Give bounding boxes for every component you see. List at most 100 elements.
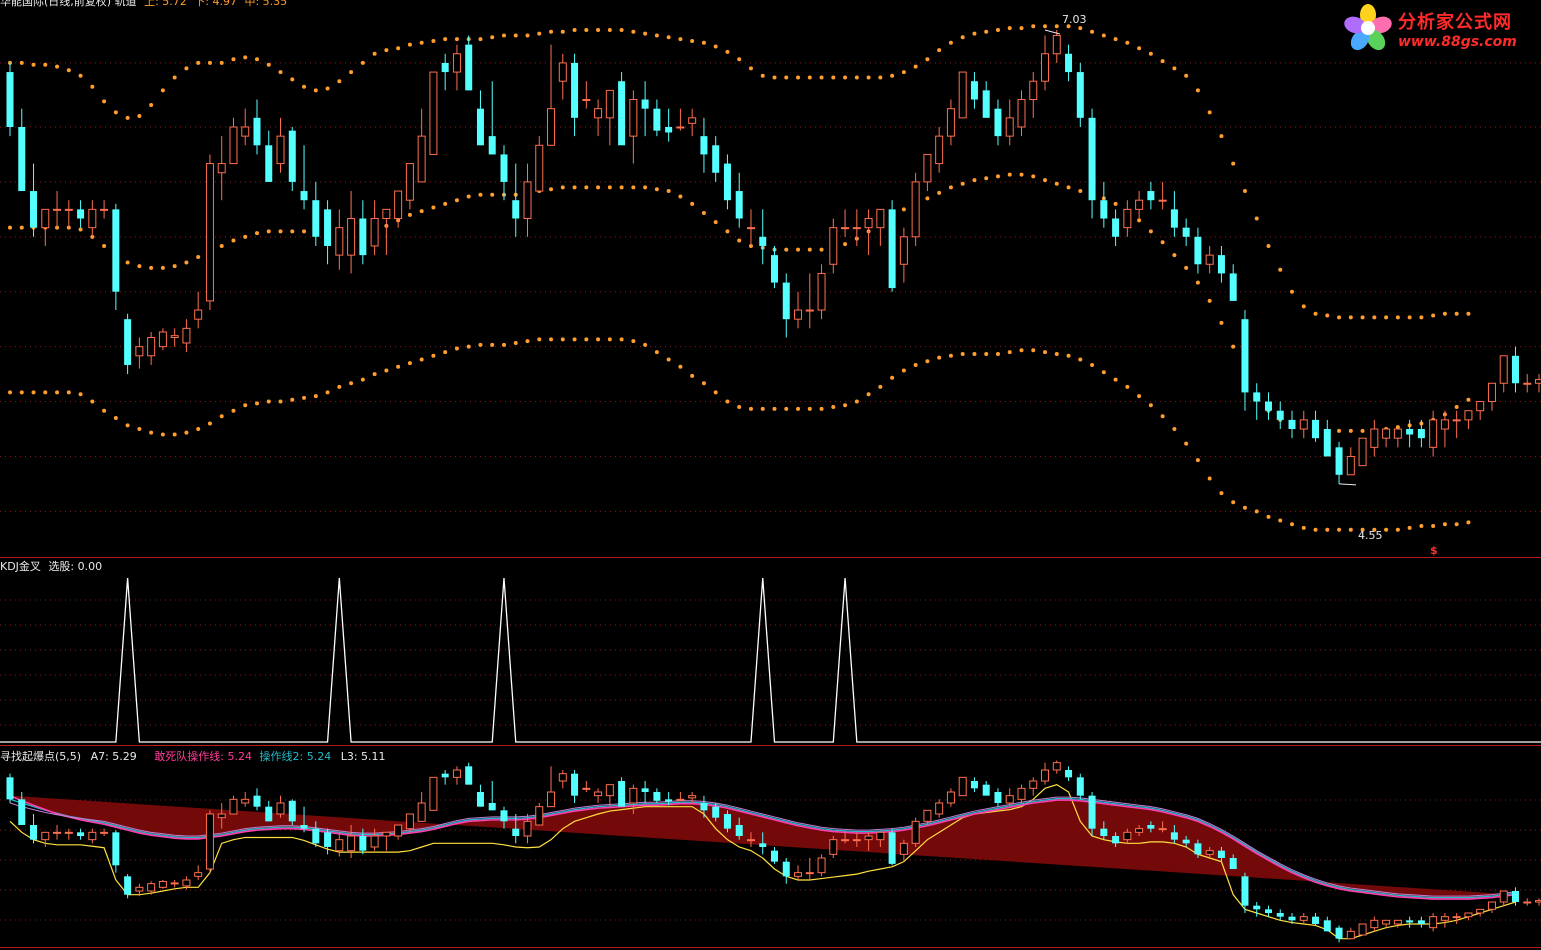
p3-candle-body — [1323, 920, 1331, 932]
p3-candle-body — [899, 842, 908, 855]
candle-body — [1241, 319, 1249, 393]
p3-candle-body — [1487, 901, 1496, 910]
band-dot-lower — [231, 408, 236, 413]
p3-candle-body — [1076, 777, 1084, 796]
p3-candle-body — [1429, 916, 1438, 929]
band-dot-lower — [737, 405, 742, 410]
candle-body — [1523, 382, 1532, 385]
band-dot-middle — [184, 260, 189, 265]
band-dot-upper — [184, 66, 189, 71]
candle-body — [1535, 379, 1541, 384]
band-dot-middle — [443, 201, 448, 206]
candle-body — [923, 153, 932, 183]
panel2-header: KDJ金叉 选股: 0.00 — [0, 561, 102, 573]
p3-candle-body — [1335, 927, 1343, 939]
panel1-header: 华能国际(日线,前复权) 轨道 上: 5.72 下: 4.97 中: 5.35 — [0, 0, 287, 8]
band-dot-lower — [960, 351, 965, 356]
band-dot-upper — [1101, 33, 1106, 38]
band-dot-middle — [643, 185, 648, 190]
band-dot-upper — [1466, 311, 1471, 316]
band-dot-lower — [666, 357, 671, 362]
band-dot-lower — [1313, 527, 1318, 532]
p3-candle-body — [688, 795, 697, 799]
band-dot-upper — [690, 38, 695, 43]
p3-candle-body — [441, 773, 449, 778]
band-dot-lower — [1266, 514, 1271, 519]
p3-candle-body — [771, 850, 778, 862]
candle-body — [582, 99, 591, 102]
candle-body — [205, 163, 214, 302]
band-dot-upper — [1078, 26, 1083, 31]
p3-candle-body — [923, 809, 932, 822]
band-dot-upper — [1184, 73, 1189, 78]
band-dot-upper — [337, 79, 342, 84]
p3-candle-body — [500, 810, 508, 822]
band-dot-upper — [831, 75, 836, 80]
band-dot-upper — [1348, 315, 1353, 320]
p3-candle-body — [324, 832, 332, 847]
band-dot-middle — [1137, 218, 1142, 223]
band-dot-upper — [313, 88, 318, 93]
candle-body — [217, 163, 226, 174]
band-dot-lower — [1231, 500, 1236, 505]
p3-candle-body — [1499, 890, 1508, 903]
p3-candle-body — [1100, 828, 1108, 836]
candle-body — [1135, 199, 1144, 210]
band-dot-lower — [537, 337, 542, 342]
band-dot-lower — [948, 353, 953, 358]
band-dot-lower — [90, 399, 95, 404]
p3-candle-body — [1299, 916, 1308, 921]
candle-body — [18, 126, 26, 192]
candle-body — [970, 81, 978, 100]
band-dot-middle — [796, 247, 801, 252]
band-dot-upper — [572, 27, 577, 32]
band-dot-upper — [1054, 24, 1059, 29]
p3-candle-body — [88, 831, 97, 841]
band-dot-upper — [1148, 51, 1153, 56]
band-dot-middle — [1066, 185, 1071, 190]
candle-body — [794, 309, 803, 320]
band-dot-middle — [1007, 172, 1012, 177]
candle-body — [312, 200, 320, 237]
band-dot-lower — [678, 364, 683, 369]
band-dot-upper — [1242, 189, 1247, 194]
band-dot-middle — [784, 247, 789, 252]
p3-candle-body — [229, 798, 238, 815]
band-dot-lower — [1254, 509, 1259, 514]
band-dot-middle — [737, 238, 742, 243]
band-dot-lower — [454, 346, 459, 351]
candle-body — [135, 346, 144, 357]
band-dot-lower — [1207, 476, 1212, 481]
band-dot-upper — [984, 29, 989, 34]
p3-candle-body — [170, 882, 179, 885]
l3-value: L3: 5.11 — [340, 750, 386, 763]
band-dot-upper — [1419, 315, 1424, 320]
band-dot-lower — [1019, 348, 1024, 353]
candle-body — [700, 136, 708, 155]
band-dot-lower — [643, 342, 648, 347]
p3-candle-body — [605, 784, 614, 797]
band-dot-lower — [549, 337, 554, 342]
p3-candle-body — [1029, 780, 1038, 789]
band-dot-upper — [948, 40, 953, 45]
band-dot-middle — [584, 185, 589, 190]
candle-body — [911, 181, 920, 238]
band-dot-upper — [1090, 29, 1095, 34]
band-dot-lower — [866, 392, 871, 397]
low-price-label: 4.55 — [1358, 529, 1383, 542]
p3-candle-body — [629, 787, 638, 804]
p3-candle-body — [512, 828, 520, 836]
band-dot-lower — [584, 337, 589, 342]
band-dot-lower — [525, 339, 530, 344]
p3-candle-body — [1241, 876, 1249, 906]
candle-body — [523, 181, 532, 220]
band-dot-middle — [149, 265, 154, 270]
band-dot-lower — [854, 399, 859, 404]
band-dot-upper — [913, 64, 918, 69]
candle-body — [1487, 382, 1496, 403]
band-dot-middle — [8, 225, 12, 230]
band-dot-upper — [619, 27, 624, 32]
band-dot-lower — [760, 406, 765, 411]
p3-candle-body — [712, 806, 720, 818]
band-dot-lower — [501, 342, 506, 347]
